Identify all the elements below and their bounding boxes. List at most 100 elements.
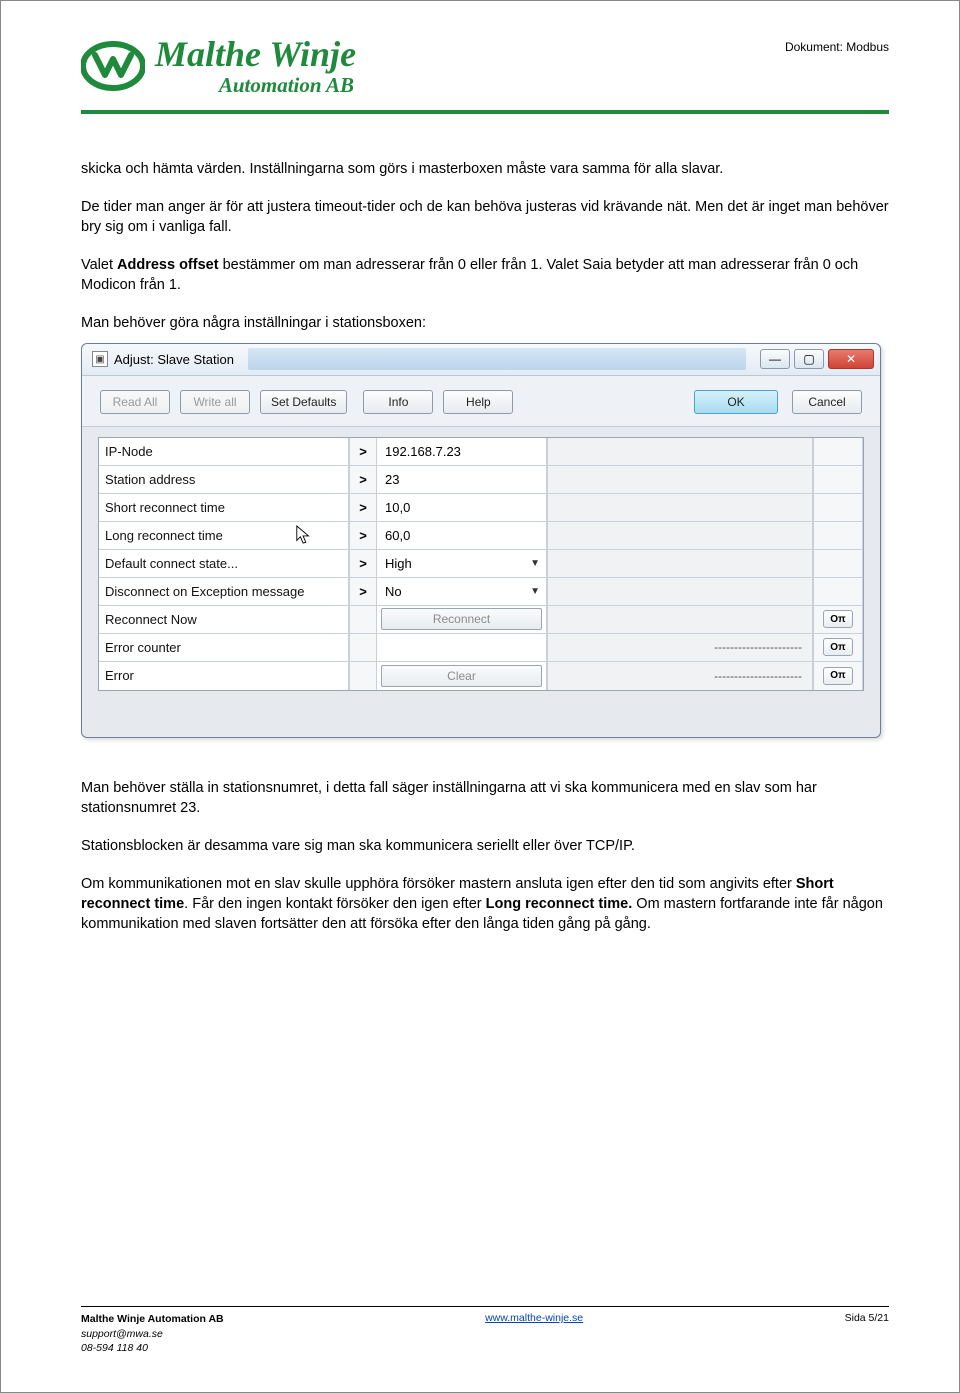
ok-button[interactable]: OK — [694, 390, 778, 414]
bold-text: Long reconnect time. — [486, 896, 633, 912]
status-pill[interactable]: Oπ — [823, 667, 853, 685]
expand-button[interactable]: > — [349, 494, 377, 522]
text: Om kommunikationen mot en slav skulle up… — [81, 876, 796, 892]
window-icon: ▣ — [92, 351, 108, 367]
row-end — [813, 466, 863, 494]
company-logo: Malthe Winje Automation AB — [81, 36, 356, 96]
row-label: Reconnect Now — [99, 606, 349, 634]
text: . Får den ingen kontakt försöker den ige… — [184, 896, 485, 912]
row-label: Error — [99, 662, 349, 690]
row-dropdown[interactable]: High ▼ — [377, 550, 547, 578]
row-spacer — [547, 522, 813, 550]
write-all-button[interactable]: Write all — [180, 390, 250, 414]
row-spacer — [547, 466, 813, 494]
titlebar-blur — [248, 348, 746, 370]
dropdown-value: High — [385, 556, 412, 571]
set-defaults-button[interactable]: Set Defaults — [260, 390, 347, 414]
footer-left: Malthe Winje Automation AB support@mwa.s… — [81, 1312, 224, 1356]
table-row: Disconnect on Exception message > No▼ — [99, 578, 863, 606]
row-value-display: ---------------------- — [547, 662, 813, 690]
page-header: Malthe Winje Automation AB Dokument: Mod… — [81, 36, 889, 96]
row-label: Error counter — [99, 634, 349, 662]
row-value[interactable]: 60,0 — [377, 522, 547, 550]
table-row: Error counter ---------------------- Oπ — [99, 634, 863, 662]
row-spacer — [547, 494, 813, 522]
expand-button[interactable]: > — [349, 438, 377, 466]
dialog-toolbar: Read All Write all Set Defaults Info Hel… — [82, 376, 880, 427]
row-end: Oπ — [813, 662, 863, 690]
status-pill[interactable]: Oπ — [823, 638, 853, 656]
row-label: Disconnect on Exception message — [99, 578, 349, 606]
row-dropdown[interactable]: No▼ — [377, 578, 547, 606]
titlebar: ▣ Adjust: Slave Station — ▢ ✕ — [82, 344, 880, 376]
table-row: Short reconnect time > 10,0 — [99, 494, 863, 522]
row-label-text: Long reconnect time — [105, 528, 223, 543]
table-row: IP-Node > 192.168.7.23 — [99, 438, 863, 466]
body-content-2: Man behöver ställa in stationsnumret, i … — [81, 778, 889, 934]
row-end — [813, 550, 863, 578]
chevron-down-icon: ▼ — [530, 558, 540, 569]
close-button[interactable]: ✕ — [828, 349, 874, 369]
table-row: Long reconnect time > 60,0 — [99, 522, 863, 550]
row-action: Clear — [377, 662, 547, 690]
paragraph: skicka och hämta värden. Inställningarna… — [81, 159, 889, 179]
text: Valet — [81, 257, 117, 273]
row-value[interactable]: 23 — [377, 466, 547, 494]
row-arrow-empty — [349, 606, 377, 634]
row-arrow-empty — [349, 634, 377, 662]
footer-center: www.malthe-winje.se — [485, 1312, 583, 1356]
footer-page-number: Sida 5/21 — [845, 1312, 889, 1356]
row-label: Station address — [99, 466, 349, 494]
footer-company: Malthe Winje Automation AB — [81, 1312, 224, 1327]
page: Malthe Winje Automation AB Dokument: Mod… — [0, 0, 960, 1393]
minimize-button[interactable]: — — [760, 349, 790, 369]
paragraph: Om kommunikationen mot en slav skulle up… — [81, 874, 889, 934]
clear-button[interactable]: Clear — [381, 665, 542, 687]
row-value[interactable]: 192.168.7.23 — [377, 438, 547, 466]
footer-url-link[interactable]: www.malthe-winje.se — [485, 1312, 583, 1324]
paragraph: Man behöver ställa in stationsnumret, i … — [81, 778, 889, 818]
paragraph: Valet Address offset bestämmer om man ad… — [81, 255, 889, 295]
row-action: Reconnect — [377, 606, 547, 634]
header-separator — [81, 110, 889, 114]
row-label: Short reconnect time — [99, 494, 349, 522]
expand-button[interactable]: > — [349, 522, 377, 550]
expand-button[interactable]: > — [349, 466, 377, 494]
cursor-icon — [295, 524, 313, 546]
window-title: Adjust: Slave Station — [114, 352, 234, 367]
table-row: Default connect state... > High▼ — [99, 550, 863, 578]
row-spacer — [547, 550, 813, 578]
info-button[interactable]: Info — [363, 390, 433, 414]
expand-button[interactable]: > — [349, 578, 377, 606]
row-end — [813, 522, 863, 550]
row-spacer — [547, 606, 813, 634]
paragraph: De tider man anger är för att justera ti… — [81, 197, 889, 237]
body-content: skicka och hämta värden. Inställningarna… — [81, 159, 889, 333]
row-end — [813, 578, 863, 606]
row-value-empty — [377, 634, 547, 662]
table-row: Reconnect Now Reconnect Oπ — [99, 606, 863, 634]
row-spacer — [547, 578, 813, 606]
logo-icon — [81, 41, 145, 91]
paragraph: Stationsblocken är desamma vare sig man … — [81, 836, 889, 856]
row-value[interactable]: 10,0 — [377, 494, 547, 522]
bold-text: Address offset — [117, 257, 219, 273]
cancel-button[interactable]: Cancel — [792, 390, 862, 414]
status-pill[interactable]: Oπ — [823, 610, 853, 628]
row-end: Oπ — [813, 606, 863, 634]
row-end — [813, 494, 863, 522]
expand-button[interactable]: > — [349, 550, 377, 578]
row-label: Long reconnect time — [99, 522, 349, 550]
reconnect-button[interactable]: Reconnect — [381, 608, 542, 630]
row-arrow-empty — [349, 662, 377, 690]
table-row: Station address > 23 — [99, 466, 863, 494]
row-spacer — [547, 438, 813, 466]
chevron-down-icon: ▼ — [530, 586, 540, 597]
paragraph: Man behöver göra några inställningar i s… — [81, 313, 889, 333]
footer-separator — [81, 1306, 889, 1307]
property-grid: IP-Node > 192.168.7.23 Station address >… — [82, 427, 880, 737]
help-button[interactable]: Help — [443, 390, 513, 414]
footer-phone: 08-594 118 40 — [81, 1341, 224, 1356]
read-all-button[interactable]: Read All — [100, 390, 170, 414]
maximize-button[interactable]: ▢ — [794, 349, 824, 369]
